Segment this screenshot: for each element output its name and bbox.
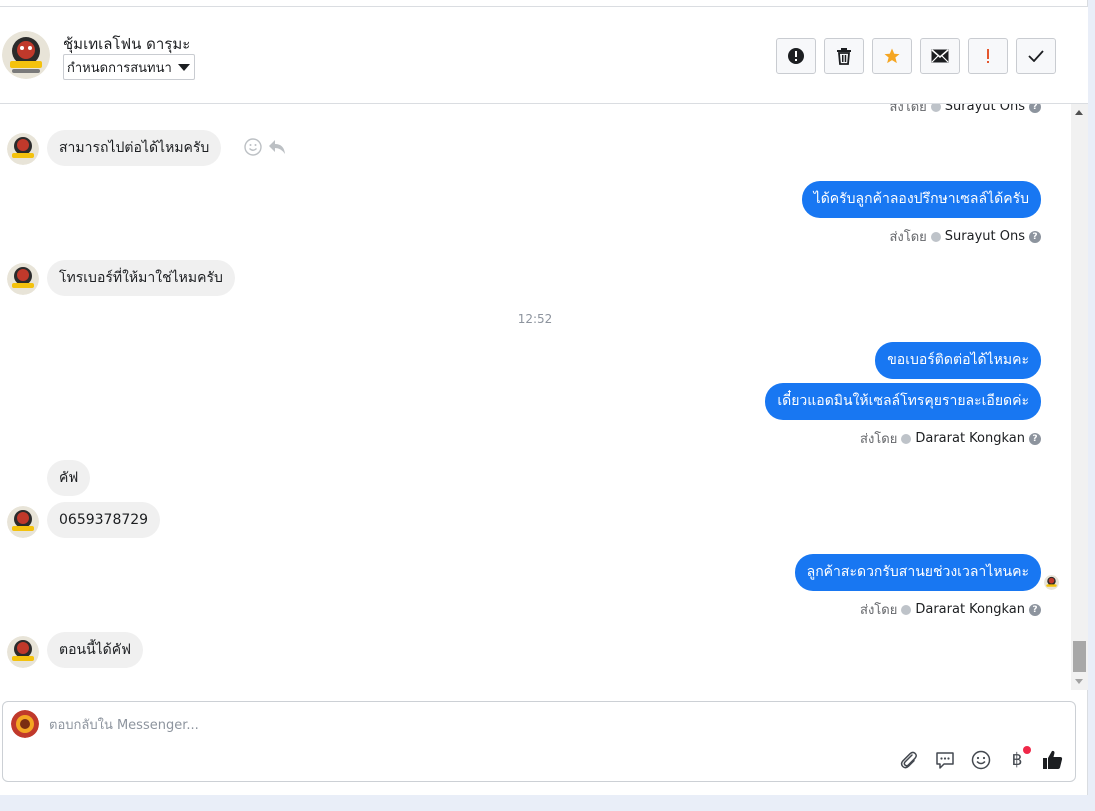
sent-by-line: ส่งโดย Dararat Kongkan ? bbox=[860, 599, 1041, 620]
contact-avatar[interactable] bbox=[2, 31, 50, 79]
check-badge-icon bbox=[901, 433, 912, 444]
help-icon[interactable]: ? bbox=[1029, 603, 1041, 616]
scroll-up-arrow-icon[interactable] bbox=[1075, 110, 1083, 115]
sent-by-prefix: ส่งโดย bbox=[889, 230, 927, 245]
trash-icon bbox=[837, 48, 851, 65]
message-thread[interactable]: ส่งโดย Surayut Ons ? สามารถไปต่อได้ไหมคร… bbox=[0, 104, 1070, 690]
page-avatar bbox=[11, 710, 39, 738]
contact-avatar-small[interactable] bbox=[7, 263, 39, 295]
reply-composer: ฿ bbox=[2, 701, 1076, 782]
mark-important-button[interactable] bbox=[968, 38, 1008, 74]
message-bubble-incoming[interactable]: 0659378729 bbox=[47, 502, 161, 538]
message-bubble-outgoing[interactable]: ได้ครับลูกค้าลองปรึกษาเซลล์ได้ครับ bbox=[801, 181, 1041, 218]
notification-dot bbox=[1023, 746, 1031, 754]
contact-avatar-small[interactable] bbox=[7, 506, 39, 538]
paperclip-icon[interactable] bbox=[897, 748, 921, 772]
sent-by-line: ส่งโดย Surayut Ons ? bbox=[889, 104, 1041, 117]
thread-scrollbar[interactable] bbox=[1071, 104, 1088, 690]
sent-by-line: ส่งโดย Surayut Ons ? bbox=[889, 226, 1041, 247]
star-button[interactable] bbox=[872, 38, 912, 74]
contact-avatar-small[interactable] bbox=[7, 636, 39, 668]
sent-by-prefix: ส่งโดย bbox=[860, 432, 898, 447]
label-dropdown-text: กำหนดการสนทนา bbox=[67, 60, 172, 76]
help-icon[interactable]: ? bbox=[1029, 432, 1041, 445]
header-actions bbox=[776, 38, 1056, 74]
contact-name[interactable]: ชุ้มเทเลโฟน ดารุมะ bbox=[63, 32, 190, 56]
help-icon[interactable]: ? bbox=[1029, 104, 1041, 113]
delete-button[interactable] bbox=[824, 38, 864, 74]
report-spam-button[interactable] bbox=[776, 38, 816, 74]
star-icon bbox=[884, 48, 900, 64]
message-bubble-incoming[interactable]: ตอนนี้ได้คัฟ bbox=[47, 632, 144, 668]
reply-icon[interactable] bbox=[268, 139, 286, 159]
react-emoji-icon[interactable] bbox=[244, 138, 262, 160]
baht-symbol: ฿ bbox=[1011, 750, 1023, 770]
contact-avatar-small[interactable] bbox=[7, 133, 39, 165]
mark-done-button[interactable] bbox=[1016, 38, 1056, 74]
scroll-down-arrow-icon[interactable] bbox=[1075, 679, 1083, 684]
inbox-panel: ชุ้มเทเลโฟน ดารุมะ กำหนดการสนทนา ส่งโดย … bbox=[0, 0, 1088, 795]
message-bubble-incoming[interactable]: โทรเบอร์ที่ให้มาใช่ไหมครับ bbox=[47, 260, 235, 296]
message-bubble-incoming[interactable]: สามารถไปต่อได้ไหมครับ bbox=[47, 130, 222, 166]
seen-avatar bbox=[1044, 575, 1059, 590]
emoji-icon[interactable] bbox=[969, 748, 993, 772]
sender-name[interactable]: Dararat Kongkan bbox=[915, 602, 1025, 617]
thumbs-up-icon[interactable] bbox=[1041, 748, 1065, 772]
caret-down-icon bbox=[177, 63, 190, 71]
conversation-header: ชุ้มเทเลโฟน ดารุมะ กำหนดการสนทนา bbox=[0, 7, 1088, 104]
sent-by-prefix: ส่งโดย bbox=[889, 104, 927, 115]
check-badge-icon bbox=[930, 104, 941, 112]
sent-by-line: ส่งโดย Dararat Kongkan ? bbox=[860, 428, 1041, 449]
sent-by-prefix: ส่งโดย bbox=[860, 603, 898, 618]
check-icon bbox=[1028, 50, 1044, 62]
sender-name[interactable]: Surayut Ons bbox=[945, 229, 1025, 244]
message-bubble-outgoing[interactable]: ลูกค้าสะดวกรับสานยช่วงเวลาไหนคะ bbox=[794, 554, 1041, 591]
alert-circle-icon bbox=[788, 48, 804, 64]
exclamation-icon bbox=[987, 49, 989, 63]
sender-name[interactable]: Surayut Ons bbox=[945, 104, 1025, 114]
message-bubble-incoming[interactable]: คัฟ bbox=[47, 460, 91, 496]
help-icon[interactable]: ? bbox=[1029, 230, 1041, 243]
reply-input[interactable] bbox=[49, 714, 949, 736]
check-badge-icon bbox=[930, 231, 941, 242]
message-bubble-outgoing[interactable]: เดี๋ยวแอดมินให้เซลล์โทรคุยรายละเอียดค่ะ bbox=[765, 383, 1041, 420]
envelope-icon bbox=[931, 49, 949, 63]
message-bubble-outgoing[interactable]: ขอเบอร์ติดต่อได้ไหมคะ bbox=[875, 342, 1041, 379]
saved-replies-icon[interactable] bbox=[933, 748, 957, 772]
check-badge-icon bbox=[901, 604, 912, 615]
conversation-label-dropdown[interactable]: กำหนดการสนทนา bbox=[63, 54, 195, 80]
baht-payment-icon[interactable]: ฿ bbox=[1005, 746, 1031, 772]
sender-name[interactable]: Dararat Kongkan bbox=[915, 431, 1025, 446]
mark-unread-button[interactable] bbox=[920, 38, 960, 74]
timestamp-divider: 12:52 bbox=[517, 312, 553, 326]
composer-tools: ฿ bbox=[897, 746, 1065, 772]
scroll-thumb[interactable] bbox=[1073, 641, 1086, 672]
